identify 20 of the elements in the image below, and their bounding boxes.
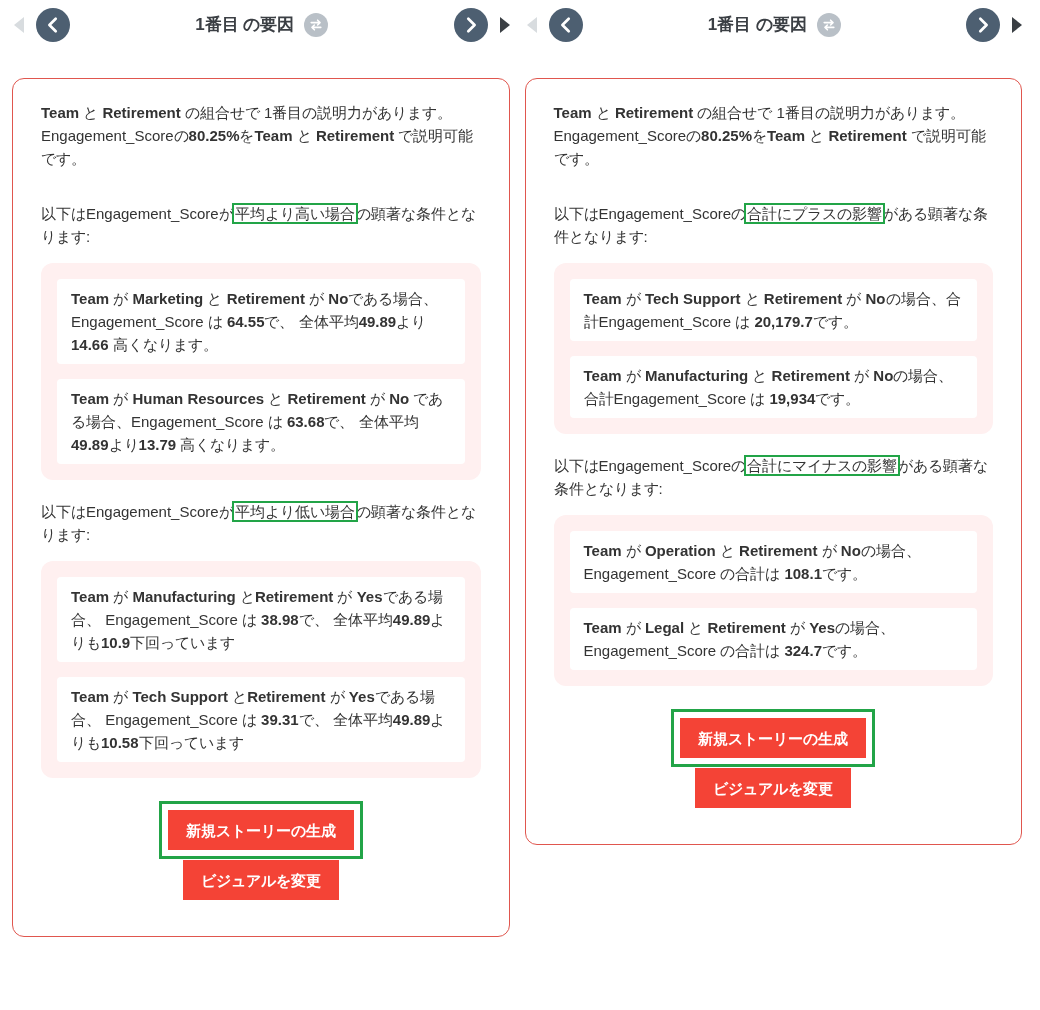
right-triangle-icon[interactable] [1012,17,1022,33]
previous-button[interactable] [548,8,583,42]
condition-text: Team が Human Resources と Retirement が No である場合、Engagement_Score は 63.68で、 全体平均49.89より13.79 高くなります。 [57,379,465,464]
change-visual-button[interactable]: ビジュアルを変更 [695,768,852,808]
panel-title: 1番目 の要因 [195,14,295,37]
condition-text: Team が Marketing と Retirement が Noである場合、Engagement_Score は 64.55で、 全体平均49.89より14.66 高くなります。 [57,279,465,364]
generate-story-button[interactable]: 新規ストーリーの生成 [680,718,867,758]
generate-story-button[interactable]: 新規ストーリーの生成 [167,810,354,850]
next-button[interactable] [453,8,488,42]
condition-text: Team が Operation と Retirement が Noの場合、Engagement_Score の合計は 108.1です。 [569,531,977,593]
previous-button[interactable] [36,8,70,42]
next-button[interactable] [966,8,1000,42]
summary-text: Team と Retirement の組合せで 1番目の説明力があります。Engagement_Scoreの80.25%をTeam と Retirement で説明可能です。 [553,103,987,169]
condition-text: Team が Legal と Retirement が Yesの場合、Engagement_Score の合計は 324.7です。 [569,608,977,670]
summary-text: Team と Retirement の組合せで 1番目の説明力があります。Engagement_Scoreの80.25%をTeam と Retirement で説明可能です。 [41,103,475,169]
condition-text: Team が Manufacturing と Retirement が Noの場合、合計Engagement_Score は 19,934です。 [569,356,977,418]
right-triangle-icon[interactable] [499,17,510,33]
panel-title: 1番目 の要因 [707,14,807,37]
change-visual-button[interactable]: ビジュアルを変更 [182,860,339,900]
condition-text: Team が Tech Support と Retirement が Noの場合、合計Engagement_Score は 20,179.7です。 [569,279,977,341]
